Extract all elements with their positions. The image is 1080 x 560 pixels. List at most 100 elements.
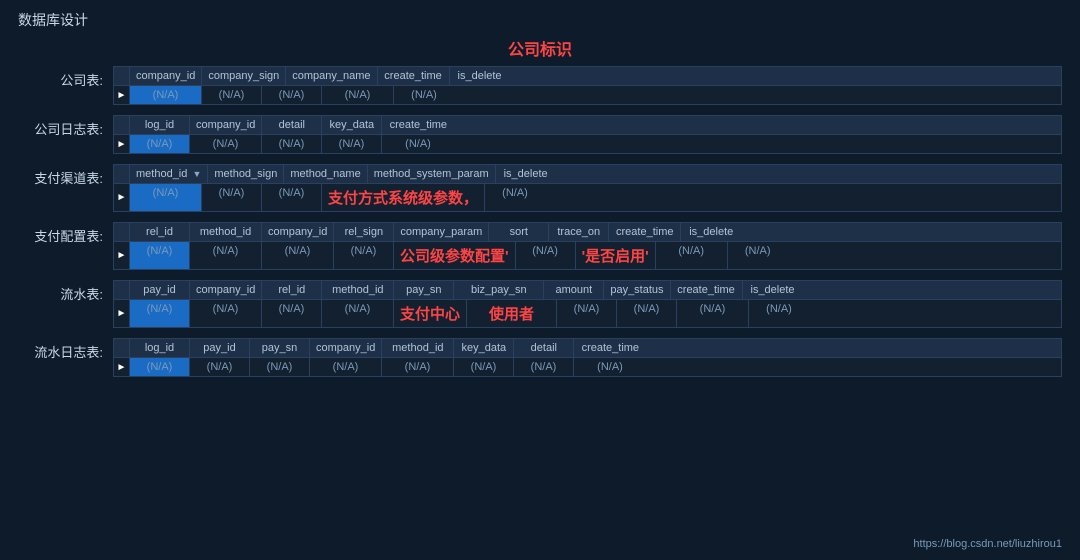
data-cell-5-5: (N/A) (454, 358, 514, 376)
arrow-data-cell: ► (114, 184, 130, 211)
header-cell-4-6: amount (544, 281, 604, 299)
data-cell-0-0: (N/A) (130, 86, 202, 104)
arrow-cell (114, 116, 130, 134)
table-container-3: rel_idmethod_idcompany_idrel_signcompany… (113, 222, 1062, 270)
header-cell-4-2: rel_id (262, 281, 322, 299)
table-container-1: log_idcompany_iddetailkey_datacreate_tim… (113, 115, 1062, 154)
arrow-data-cell: ► (114, 86, 130, 104)
arrow-cell (114, 339, 130, 357)
header-cell-5-3: company_id (310, 339, 382, 357)
arrow-data-cell: ► (114, 242, 130, 269)
db-row-2: 支付渠道表:method_id ▼method_signmethod_namem… (18, 164, 1062, 212)
data-cell-4-1: (N/A) (190, 300, 262, 327)
header-cell-4-1: company_id (190, 281, 262, 299)
header-cell-2-0: method_id ▼ (130, 165, 208, 183)
header-cell-3-6: trace_on (549, 223, 609, 241)
data-cell-0-2: (N/A) (262, 86, 322, 104)
arrow-data-cell: ► (114, 135, 130, 153)
data-cell-5-6: (N/A) (514, 358, 574, 376)
data-cell-2-4: (N/A) (485, 184, 545, 211)
data-cell-1-4: (N/A) (382, 135, 454, 153)
arrow-data-cell: ► (114, 358, 130, 376)
header-cell-4-5: biz_pay_sn (454, 281, 544, 299)
data-cell-1-3: (N/A) (322, 135, 382, 153)
db-row-5: 流水日志表: log_idpay_idpay_sncompany_idmethod… (18, 338, 1062, 377)
header-cell-1-4: create_time (382, 116, 454, 134)
header-cell-2-4: is_delete (496, 165, 556, 183)
data-cell-0-4: (N/A) (394, 86, 454, 104)
table-data-0: ►(N/A)(N/A)(N/A)(N/A)(N/A) (114, 86, 1061, 104)
header-cell-5-1: pay_id (190, 339, 250, 357)
table-data-3: ►(N/A)(N/A)(N/A)(N/A)公司级参数配置'(N/A)'是否启用'… (114, 242, 1061, 269)
arrow-cell (114, 165, 130, 183)
table-header-2: method_id ▼method_signmethod_namemethod_… (114, 165, 1061, 184)
data-cell-3-7: (N/A) (656, 242, 728, 269)
data-cell-2-0: (N/A) (130, 184, 202, 211)
header-cell-4-4: pay_sn (394, 281, 454, 299)
header-cell-3-7: create_time (609, 223, 681, 241)
row-label-5: 流水日志表: (18, 338, 113, 361)
db-row-3: 支付配置表:rel_idmethod_idcompany_idrel_signc… (18, 222, 1062, 270)
header-cell-0-4: is_delete (450, 67, 510, 85)
header-cell-2-1: method_sign (208, 165, 284, 183)
header-cell-0-3: create_time (378, 67, 450, 85)
data-cell-4-3: (N/A) (322, 300, 394, 327)
data-cell-2-3: 支付方式系统级参数， (322, 184, 485, 211)
db-row-0: 公司表:company_idcompany_signcompany_namecr… (18, 66, 1062, 105)
data-cell-3-4: 公司级参数配置' (394, 242, 516, 269)
header-cell-5-0: log_id (130, 339, 190, 357)
header-cell-3-3: rel_sign (334, 223, 394, 241)
table-container-0: company_idcompany_signcompany_namecreate… (113, 66, 1062, 105)
header-cell-3-2: company_id (262, 223, 334, 241)
header-cell-1-1: company_id (190, 116, 262, 134)
data-cell-3-3: (N/A) (334, 242, 394, 269)
data-cell-1-2: (N/A) (262, 135, 322, 153)
header-cell-5-6: detail (514, 339, 574, 357)
header-cell-5-2: pay_sn (250, 339, 310, 357)
arrow-data-cell: ► (114, 300, 130, 327)
data-cell-4-2: (N/A) (262, 300, 322, 327)
header-cell-0-1: company_sign (202, 67, 286, 85)
data-cell-5-0: (N/A) (130, 358, 190, 376)
center-label: 公司标识 (0, 36, 1080, 60)
header-cell-3-4: company_param (394, 223, 489, 241)
header-cell-0-0: company_id (130, 67, 202, 85)
data-cell-0-1: (N/A) (202, 86, 262, 104)
data-cell-1-1: (N/A) (190, 135, 262, 153)
row-label-3: 支付配置表: (18, 222, 113, 245)
data-cell-1-0: (N/A) (130, 135, 190, 153)
header-cell-5-4: method_id (382, 339, 454, 357)
header-cell-4-9: is_delete (743, 281, 803, 299)
data-cell-0-3: (N/A) (322, 86, 394, 104)
header-cell-0-2: company_name (286, 67, 377, 85)
data-cell-4-9: (N/A) (749, 300, 809, 327)
data-cell-3-0: (N/A) (130, 242, 190, 269)
data-cell-5-3: (N/A) (310, 358, 382, 376)
table-header-3: rel_idmethod_idcompany_idrel_signcompany… (114, 223, 1061, 242)
header-cell-5-7: create_time (574, 339, 646, 357)
db-row-1: 公司日志表:log_idcompany_iddetailkey_datacrea… (18, 115, 1062, 154)
data-cell-4-5: 使用者 (467, 300, 557, 327)
data-cell-5-2: (N/A) (250, 358, 310, 376)
data-cell-3-1: (N/A) (190, 242, 262, 269)
main-content: 公司表:company_idcompany_signcompany_namecr… (0, 66, 1080, 377)
header-cell-4-7: pay_status (604, 281, 670, 299)
data-cell-2-2: (N/A) (262, 184, 322, 211)
data-cell-5-4: (N/A) (382, 358, 454, 376)
table-container-4: pay_idcompany_idrel_idmethod_idpay_snbiz… (113, 280, 1062, 328)
header-cell-3-0: rel_id (130, 223, 190, 241)
header-cell-3-1: method_id (190, 223, 262, 241)
arrow-cell (114, 223, 130, 241)
header-cell-3-8: is_delete (681, 223, 741, 241)
header-cell-5-5: key_data (454, 339, 514, 357)
data-cell-4-6: (N/A) (557, 300, 617, 327)
header-cell-3-5: sort (489, 223, 549, 241)
table-container-2: method_id ▼method_signmethod_namemethod_… (113, 164, 1062, 212)
row-label-0: 公司表: (18, 66, 113, 89)
data-cell-4-8: (N/A) (677, 300, 749, 327)
table-data-5: ►(N/A)(N/A)(N/A)(N/A)(N/A)(N/A)(N/A)(N/A… (114, 358, 1061, 376)
header-cell-2-2: method_name (284, 165, 367, 183)
page-title: 数据库设计 (0, 0, 1080, 36)
table-data-1: ►(N/A)(N/A)(N/A)(N/A)(N/A) (114, 135, 1061, 153)
row-label-2: 支付渠道表: (18, 164, 113, 187)
